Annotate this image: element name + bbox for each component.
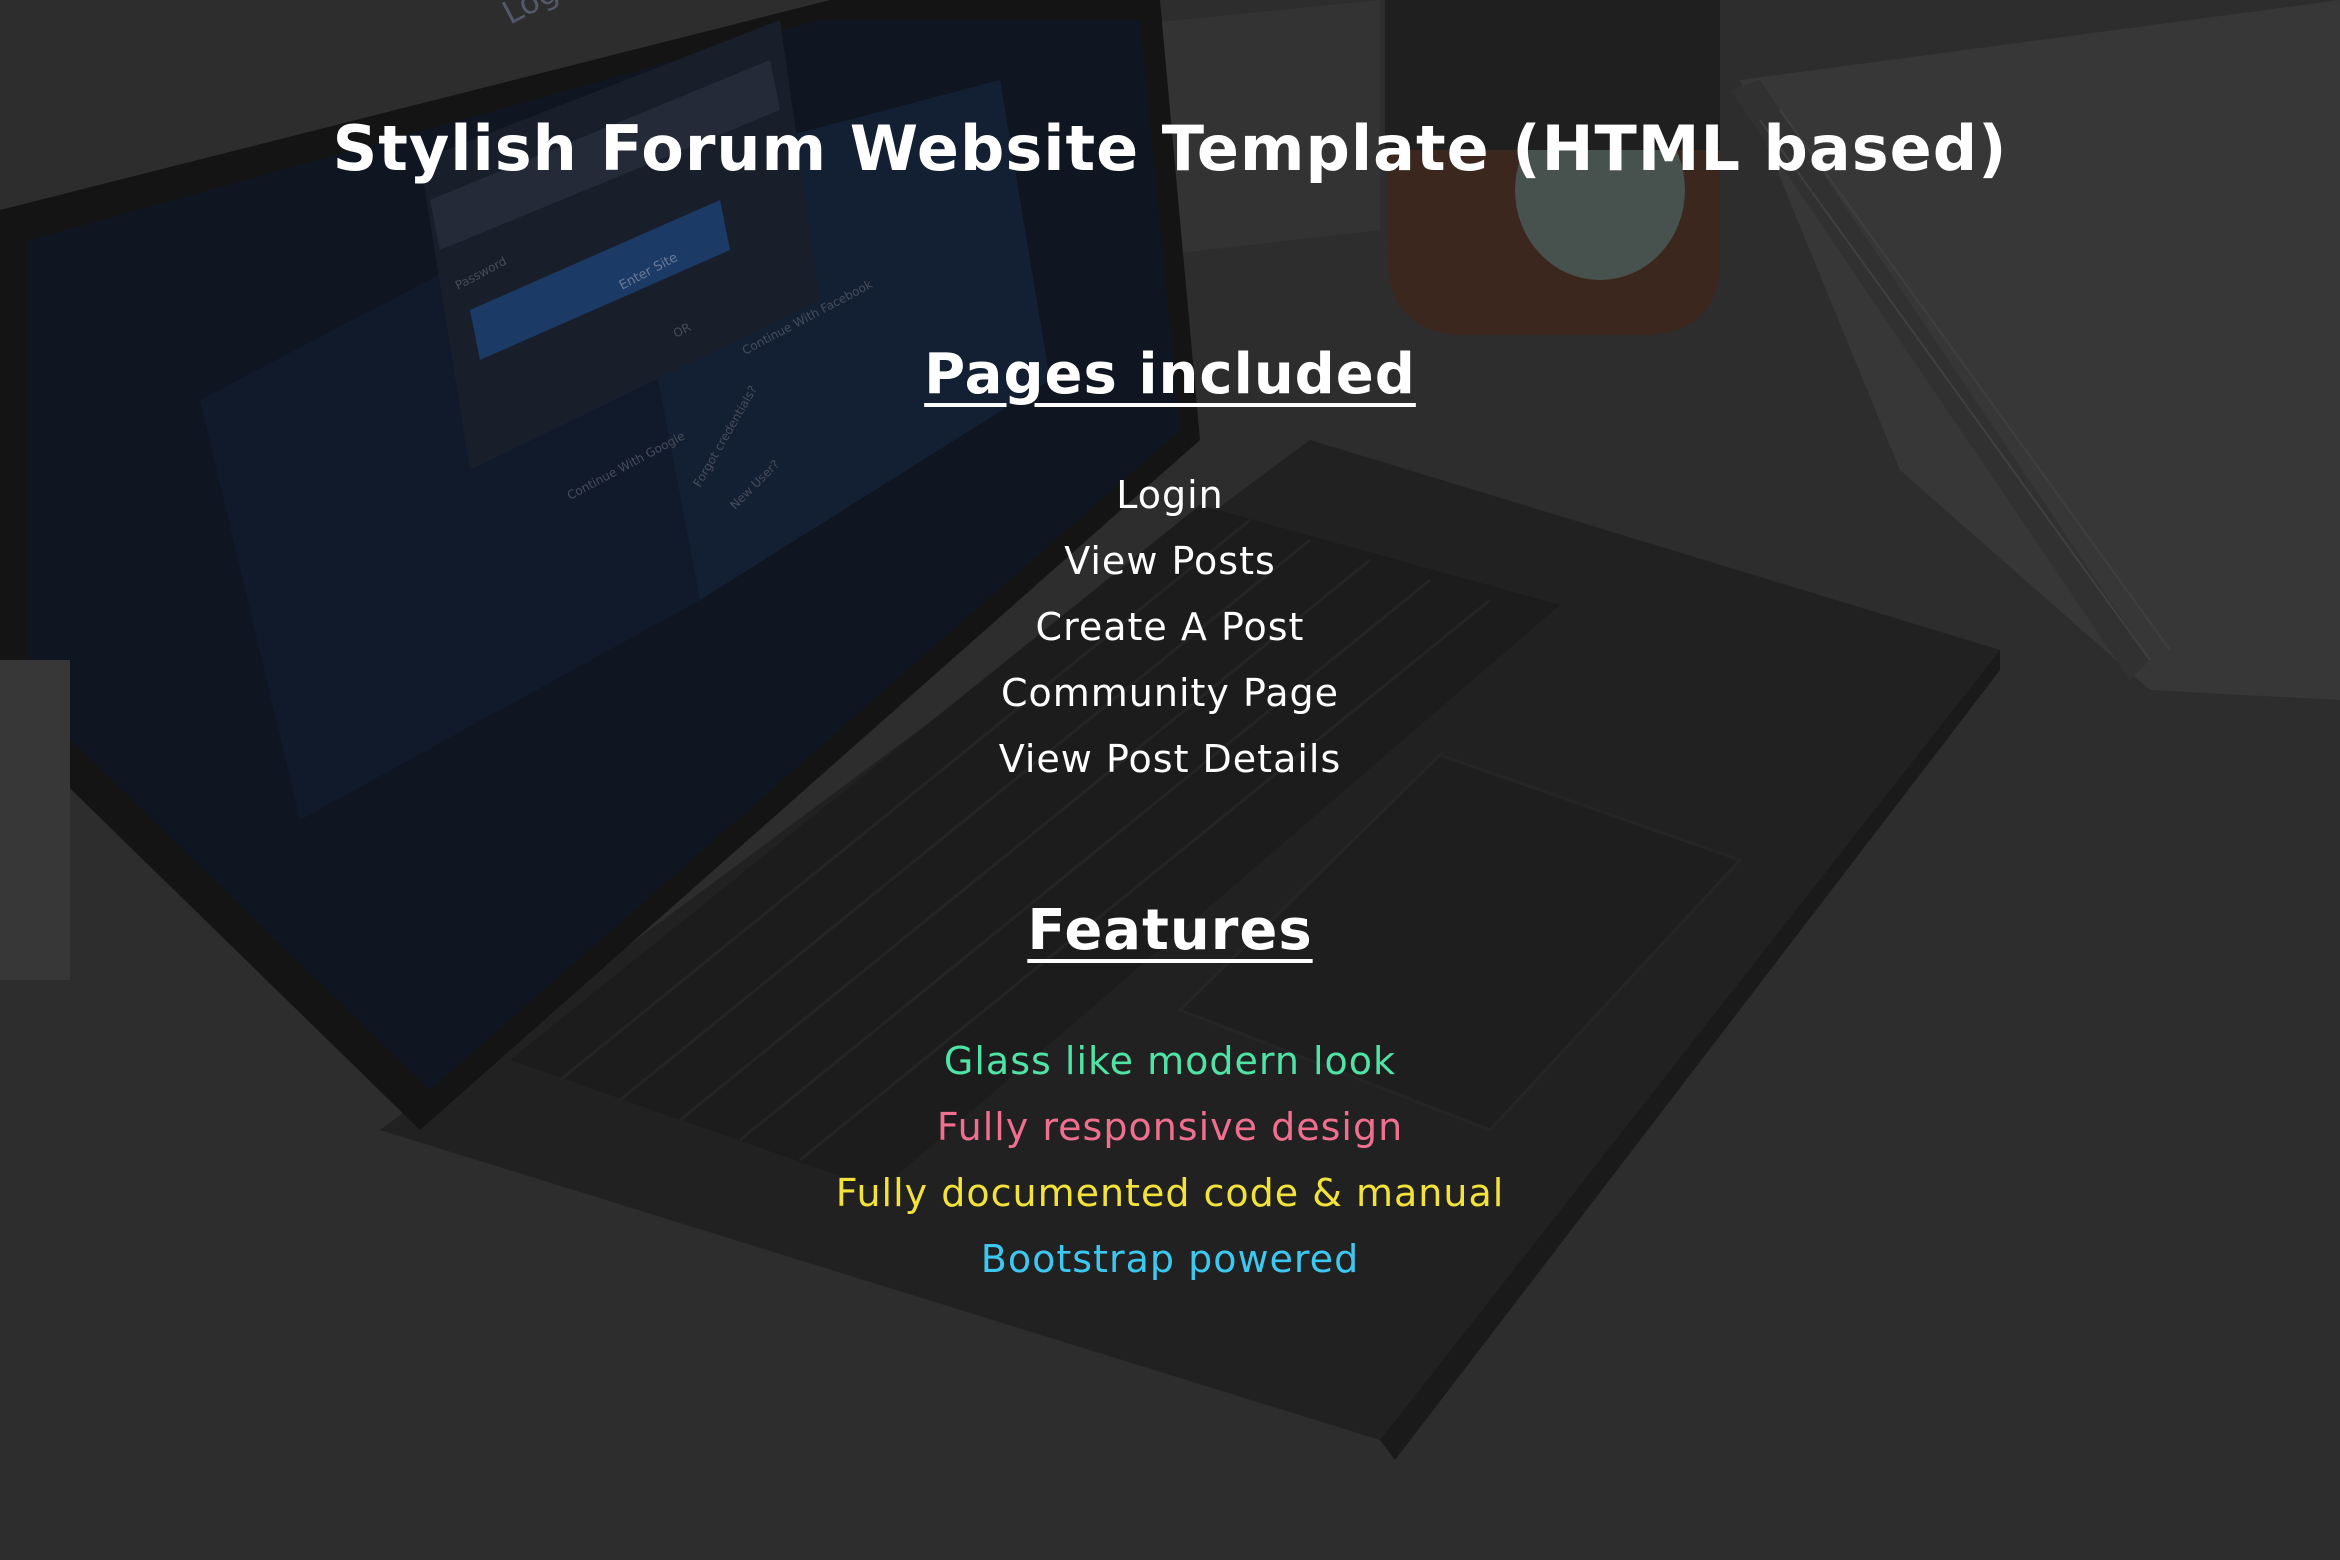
poster-title: Stylish Forum Website Template (HTML bas… [332, 112, 2008, 185]
poster-content: Stylish Forum Website Template (HTML bas… [0, 0, 2340, 1560]
page-item-login: Login [1116, 473, 1224, 517]
features-section-heading: Features [0, 898, 2340, 963]
pages-list: Login View Posts Create A Post Community… [0, 462, 2340, 792]
pages-section-heading: Pages included [0, 342, 2340, 407]
features-list: Glass like modern look Fully responsive … [0, 1028, 2340, 1292]
feature-item-documented: Fully documented code & manual [835, 1171, 1505, 1215]
feature-item-responsive: Fully responsive design [936, 1105, 1404, 1149]
feature-item-glass: Glass like modern look [943, 1039, 1397, 1083]
page-item-create-post: Create A Post [1035, 605, 1305, 649]
pages-heading-text: Pages included [924, 342, 1416, 407]
page-item-community: Community Page [1000, 671, 1339, 715]
features-heading-text: Features [1027, 898, 1313, 963]
poster: Log Password Enter Site OR Continue With… [0, 0, 2340, 1560]
feature-item-bootstrap: Bootstrap powered [980, 1237, 1360, 1281]
page-item-post-details: View Post Details [998, 737, 1342, 781]
page-item-view-posts: View Posts [1064, 539, 1276, 583]
